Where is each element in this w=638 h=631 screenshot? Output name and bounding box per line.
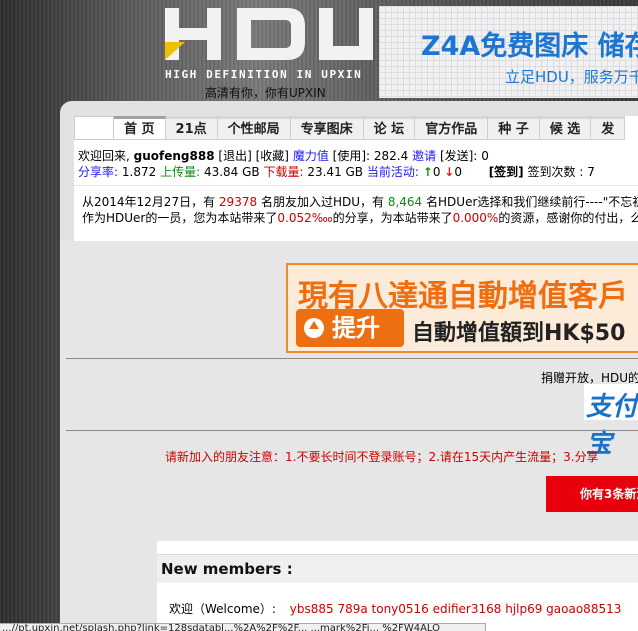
browser-status-bar: ...//pt.upxin.net/splash.php?link=128sda… (0, 623, 486, 631)
notice-text: 从2014年12月27日，有 (82, 195, 216, 209)
send-invite-link[interactable]: [发送]: (440, 149, 477, 163)
use-magic-link[interactable]: [使用]: (333, 149, 370, 163)
notice-line-2: 作为HDUer的一员，您为本站带来了0.052‱的分享，为本站带来了0.000%… (82, 209, 638, 226)
share-ratio-label: 分享率: (78, 165, 119, 179)
notice-line-1: 从2014年12月27日，有 29378 名朋友加入过HDU，有 8,464 名… (82, 193, 638, 210)
nav-item-home[interactable]: 首 页 (114, 116, 166, 140)
signin-button[interactable]: [签到] (489, 165, 524, 179)
divider (66, 358, 638, 359)
arrow-down-icon: ↓ (444, 165, 455, 179)
new-members-header: New members : (157, 554, 638, 583)
member-names[interactable]: ybs885 789a tony0516 edifier3168 hjlp69 … (290, 602, 622, 616)
nav-item-mail[interactable]: 个性邮局 (217, 116, 291, 140)
download-label: 下载量: (263, 165, 304, 179)
new-messages-button[interactable]: 你有3条新消息 (546, 476, 638, 512)
arrow-up-icon: ↑ (422, 165, 433, 179)
main-nav: 首 页 21点 个性邮局 专享图床 论 坛 官方作品 种 子 候 选 发 (74, 116, 638, 140)
ad-upgrade-button[interactable]: 提升 (296, 309, 404, 347)
notice-text: 的资源，感谢你的付出，么么 (498, 211, 638, 225)
magic-value: 282.4 (373, 149, 409, 163)
nav-item-image-host[interactable]: 专享图床 (290, 116, 364, 140)
upload-label: 上传量: (160, 165, 201, 179)
joined-count: 29378 (218, 195, 258, 209)
banner-tagline: 立足HDU，服务万千 (505, 68, 638, 86)
active-down-count: 0 (454, 165, 462, 179)
share-contribution: 0.052‱ (277, 211, 333, 225)
invite-count: 0 (481, 149, 489, 163)
banner-headline: Z4A免费图床 储存 (421, 31, 638, 62)
active-member-count: 8,464 (387, 195, 423, 209)
share-ratio-value: 1.872 (121, 165, 157, 179)
site-logo[interactable]: HIGH DEFINITION IN UPXIN 高清有你，你有UPXIN (163, 6, 375, 100)
notice-text: 名HDUer选择和我们继续前行----"不忘初心 (426, 195, 638, 209)
magic-points-link[interactable]: 魔力值 (293, 149, 329, 163)
notice-text: 的分享，为本站带来了 (332, 211, 453, 225)
resource-contribution: 0.000% (452, 211, 499, 225)
notice-text: 名朋友加入过HDU，有 (260, 195, 384, 209)
hdu-logo-icon (165, 8, 373, 60)
nav-item-blackjack[interactable]: 21点 (165, 116, 218, 140)
new-members-title: New members : (161, 560, 293, 578)
logo-subtitle: HIGH DEFINITION IN UPXIN (165, 68, 363, 81)
nav-item-official-works[interactable]: 官方作品 (415, 116, 489, 140)
download-value: 23.41 GB (307, 165, 364, 179)
nav-item-forum[interactable]: 论 坛 (363, 116, 416, 140)
alipay-logo[interactable]: 支付宝 (584, 384, 638, 459)
nav-item-candidates[interactable]: 候 选 (539, 116, 592, 140)
user-status-line: 欢迎回来, guofeng888 [退出] [收藏] 魔力值 [使用]: 282… (78, 147, 489, 164)
logo-slogan: 高清有你，你有UPXIN (205, 86, 326, 100)
active-label: 当前活动: (366, 165, 419, 179)
nav-item-torrents[interactable]: 种 子 (488, 116, 540, 140)
nav-item-more[interactable]: 发 (591, 116, 626, 140)
ad-button-label: 提升 (332, 314, 380, 342)
welcome-prefix: 欢迎回来, (78, 149, 130, 163)
upload-value: 43.84 GB (203, 165, 260, 179)
divider (66, 430, 638, 431)
image-hosting-banner[interactable]: Z4A免费图床 储存 立足HDU，服务万千 (379, 6, 638, 98)
invite-link[interactable]: 邀请 (412, 149, 436, 163)
signin-count-label: 签到次数 : (527, 165, 584, 179)
new-members-row: 欢迎（Welcome）: ybs885 789a tony0516 edifie… (169, 600, 638, 617)
favorites-link[interactable]: [收藏] (256, 149, 289, 163)
octopus-ad-banner[interactable]: 現有八達通自動增值客戶 提升 自動增值額到HK$50 (286, 263, 638, 353)
welcome-label: 欢迎（Welcome）: (169, 602, 276, 616)
arrow-up-icon (304, 318, 324, 338)
notice-text: 作为HDUer的一员，您为本站带来了 (82, 211, 278, 225)
signin-count: 7 (587, 165, 595, 179)
username-link[interactable]: guofeng888 (134, 149, 215, 163)
ad-subline: 自動增值額到HK$50 (412, 321, 626, 346)
active-up-count: 0 (432, 165, 441, 179)
user-stats-line: 分享率: 1.872 上传量: 43.84 GB 下载量: 23.41 GB 当… (78, 163, 595, 180)
logout-link[interactable]: [退出] (218, 149, 251, 163)
nav-spacer (74, 116, 114, 140)
new-member-notice: 请新加入的朋友注意：1.不要长时间不登录账号；2.请在15天内产生流量；3.分享 (165, 450, 599, 464)
